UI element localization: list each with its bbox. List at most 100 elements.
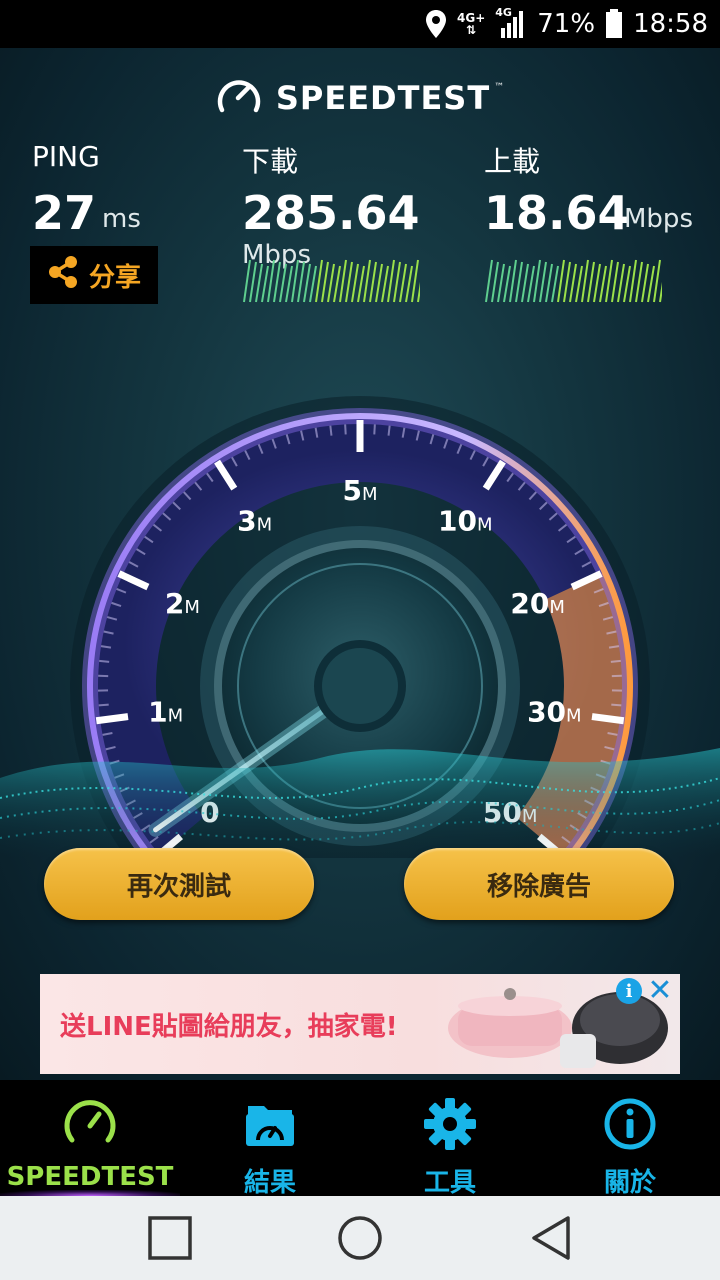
download-graph-bar xyxy=(285,265,293,303)
gauge-minor-tick xyxy=(387,425,391,436)
upload-graph-bar xyxy=(599,265,607,303)
tab-results-label: 結果 xyxy=(243,1168,296,1198)
status-bar: 4G+ ⇅ 4G 71% 18:58 xyxy=(0,0,720,48)
speedtest-logo: SPEEDTEST ™ xyxy=(0,78,720,118)
gauge-major-tick xyxy=(591,713,625,725)
back-triangle-icon[interactable] xyxy=(524,1212,576,1264)
upload-graph-bar xyxy=(587,261,595,303)
upload-graph xyxy=(485,259,662,303)
speedtest-app: SPEEDTEST ™ PING 27 ms 分享 下載 285.64 Mbps… xyxy=(0,48,720,1080)
wave-decoration xyxy=(0,748,720,858)
upload-graph-bar xyxy=(647,265,655,303)
signal-strength-icon: 4G xyxy=(495,6,527,38)
ad-info-icon[interactable]: i xyxy=(616,978,642,1004)
download-value: 285.64 xyxy=(242,186,420,240)
speedometer-icon xyxy=(64,1100,116,1143)
tab-tools-label: 工具 xyxy=(423,1168,476,1198)
download-graph-bar xyxy=(303,263,311,303)
share-button[interactable]: 分享 xyxy=(30,246,158,304)
upload-graph-bar xyxy=(527,265,535,303)
upload-graph-bar xyxy=(575,265,583,303)
upload-graph-bar xyxy=(551,265,559,303)
retest-button[interactable]: 再次測試 xyxy=(44,848,314,920)
ping-label: PING xyxy=(32,140,100,173)
battery-icon xyxy=(605,9,623,39)
ad-banner[interactable]: 送LINE貼圖給朋友，抽家電! i ✕ xyxy=(40,974,680,1074)
share-icon xyxy=(47,255,79,296)
download-graph-bar xyxy=(345,261,353,303)
system-navigation-bar xyxy=(0,1196,720,1280)
download-graph-bar xyxy=(327,263,335,303)
upload-graph-bar xyxy=(659,281,662,303)
gauge-major-tick xyxy=(95,713,129,725)
download-graph-bar xyxy=(243,259,251,303)
ad-text: 送LINE貼圖給朋友，抽家電! xyxy=(60,1012,398,1042)
tab-speedtest[interactable]: SPEEDTEST xyxy=(0,1080,180,1196)
download-graph-bar xyxy=(375,263,383,303)
download-graph-bar xyxy=(297,261,305,303)
gauge-minor-tick xyxy=(98,703,109,707)
download-graph-bar xyxy=(369,261,377,303)
upload-graph-bar xyxy=(545,263,553,303)
upload-graph-bar xyxy=(623,265,631,303)
gauge-minor-tick xyxy=(344,424,347,435)
tab-about[interactable]: 關於 xyxy=(540,1080,720,1198)
download-graph-bar xyxy=(381,265,389,303)
download-graph-bar xyxy=(357,265,365,303)
download-graph-bar xyxy=(261,265,269,303)
upload-graph-bar xyxy=(569,263,577,303)
gauge-minor-tick xyxy=(99,659,110,663)
download-graph-bar xyxy=(309,265,317,303)
tab-results[interactable]: 結果 xyxy=(180,1080,360,1198)
trademark-mark: ™ xyxy=(494,82,505,93)
upload-graph-bar xyxy=(503,265,511,303)
upload-graph-bar xyxy=(521,263,529,303)
upload-graph-bar xyxy=(485,259,493,303)
download-graph-bar xyxy=(399,263,407,303)
ping-value: 27 xyxy=(32,186,97,240)
download-graph-bar xyxy=(417,281,420,303)
upload-graph-bar xyxy=(491,261,499,303)
upload-graph-bar xyxy=(635,261,643,303)
home-circle-icon[interactable] xyxy=(334,1212,386,1264)
info-icon xyxy=(604,1098,656,1150)
upload-graph-bar xyxy=(617,263,625,303)
gauge-hub-inner xyxy=(322,648,398,724)
gauge-minor-tick xyxy=(611,703,622,707)
tab-tools[interactable]: 工具 xyxy=(360,1080,540,1198)
location-pin-icon xyxy=(425,9,447,39)
clock: 18:58 xyxy=(633,9,708,39)
download-graph-bar xyxy=(273,261,281,303)
download-graph-bar xyxy=(255,263,263,303)
recents-square-icon[interactable] xyxy=(144,1212,196,1264)
download-graph-bar xyxy=(351,263,359,303)
upload-graph-bar xyxy=(611,261,619,303)
download-graph-bar xyxy=(333,265,341,303)
download-graph-bar xyxy=(405,265,413,303)
upload-graph-bar xyxy=(593,263,601,303)
remove-ads-button[interactable]: 移除廣告 xyxy=(404,848,674,920)
ad-close-icon[interactable]: ✕ xyxy=(646,974,674,1008)
download-graph-bar xyxy=(249,261,257,303)
upload-graph-bar xyxy=(563,261,571,303)
upload-graph-bar xyxy=(641,263,649,303)
upload-graph-bar xyxy=(539,261,547,303)
download-graph-bar xyxy=(393,261,401,303)
battery-percent: 71% xyxy=(537,9,596,39)
gauge-minor-tick xyxy=(373,424,376,435)
download-graph xyxy=(243,259,420,303)
tab-speedtest-label: SPEEDTEST xyxy=(6,1162,174,1192)
download-graph-bar xyxy=(321,261,329,303)
network-4g-icon: 4G+ ⇅ xyxy=(457,11,486,37)
gauge-minor-tick xyxy=(610,659,621,663)
results-folder-icon xyxy=(246,1106,294,1146)
share-label: 分享 xyxy=(88,262,141,293)
download-graph-bar xyxy=(279,263,287,303)
gauge-minor-tick xyxy=(329,425,333,436)
bottom-tab-bar: SPEEDTEST 結果 工具 關於 xyxy=(0,1080,720,1198)
upload-value: 18.64 xyxy=(484,186,630,240)
logo-text: SPEEDTEST xyxy=(275,79,491,117)
speedometer-logo-icon xyxy=(216,76,262,120)
ping-unit: ms xyxy=(102,204,141,234)
speed-gauge: 01M2M3M5M10M20M30M50M xyxy=(0,396,720,858)
